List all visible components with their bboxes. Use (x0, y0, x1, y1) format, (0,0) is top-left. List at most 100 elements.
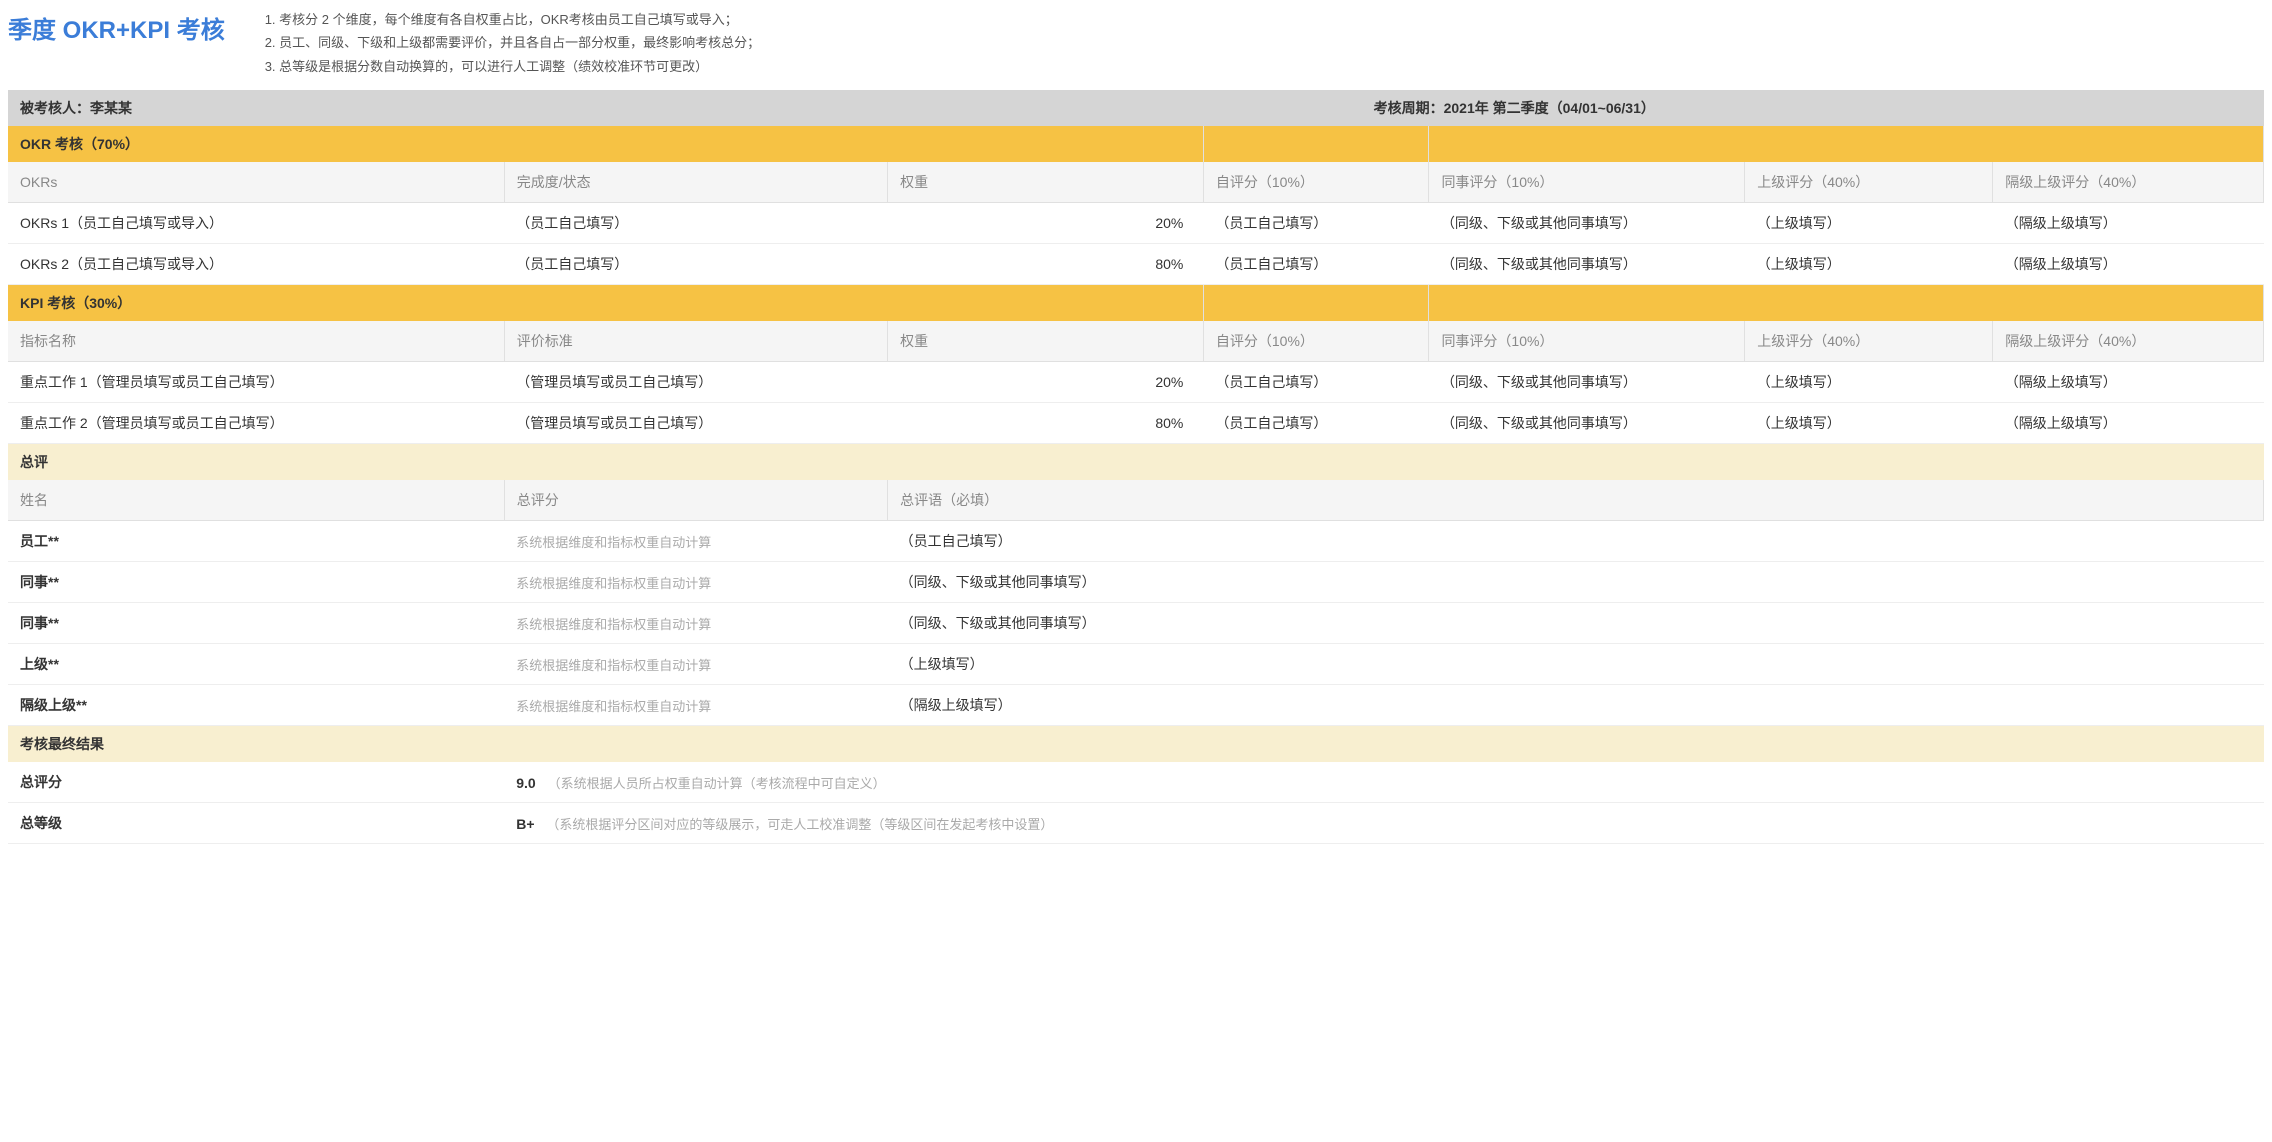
summary-comment[interactable]: （员工自己填写） (888, 521, 2264, 562)
final-row: 总评分 9.0 （系统根据人员所占权重自动计算（考核流程中可自定义） (8, 762, 2264, 803)
okr-skip-score[interactable]: （隔级上级填写） (1993, 244, 2264, 285)
page-header: 季度 OKR+KPI 考核 1. 考核分 2 个维度，每个维度有各自权重占比，O… (8, 8, 2264, 78)
note-item: 2. 员工、同级、下级和上级都需要评价，并且各自占一部分权重，最终影响考核总分； (265, 31, 760, 54)
col-header-cell: 权重 (888, 321, 1204, 362)
summary-name: 同事** (8, 562, 504, 603)
final-section-title: 考核最终结果 (8, 726, 2264, 763)
final-grade-value: B+ (516, 816, 534, 832)
col-header-cell: 同事评分（10%） (1429, 321, 1745, 362)
kpi-weight[interactable]: 80% (888, 403, 1204, 444)
summary-score: 系统根据维度和指标权重自动计算 (504, 603, 887, 644)
col-header-cell: 同事评分（10%） (1429, 162, 1745, 203)
summary-row: 同事** 系统根据维度和指标权重自动计算 （同级、下级或其他同事填写） (8, 603, 2264, 644)
col-header-cell: 上级评分（40%） (1745, 162, 1993, 203)
kpi-section-title: KPI 考核（30%） (8, 285, 1203, 322)
okr-self-score[interactable]: （员工自己填写） (1203, 244, 1429, 285)
okr-self-score[interactable]: （员工自己填写） (1203, 203, 1429, 244)
final-grade-hint: （系统根据评分区间对应的等级展示，可走人工校准调整（等级区间在发起考核中设置） (546, 817, 1053, 832)
summary-name: 隔级上级** (8, 685, 504, 726)
okr-name[interactable]: OKRs 2（员工自己填写或导入） (8, 244, 504, 285)
kpi-column-header: 指标名称 评价标准 权重 自评分（10%） 同事评分（10%） 上级评分（40%… (8, 321, 2264, 362)
summary-comment[interactable]: （隔级上级填写） (888, 685, 2264, 726)
summary-name: 上级** (8, 644, 504, 685)
col-header-cell: 自评分（10%） (1203, 162, 1429, 203)
final-label: 总评分 (8, 762, 504, 803)
kpi-weight[interactable]: 20% (888, 362, 1204, 403)
summary-score: 系统根据维度和指标权重自动计算 (504, 685, 887, 726)
summary-comment[interactable]: （同级、下级或其他同事填写） (888, 562, 2264, 603)
okr-peer-score[interactable]: （同级、下级或其他同事填写） (1429, 203, 1745, 244)
period-label: 考核周期：2021年 第二季度（04/01~06/31） (1362, 90, 2264, 126)
kpi-row: 重点工作 1（管理员填写或员工自己填写） （管理员填写或员工自己填写） 20% … (8, 362, 2264, 403)
col-header-cell: OKRs (8, 162, 504, 203)
col-header-cell: 权重 (888, 162, 1204, 203)
okr-sup-score[interactable]: （上级填写） (1745, 203, 1993, 244)
final-label: 总等级 (8, 803, 504, 844)
header-notes: 1. 考核分 2 个维度，每个维度有各自权重占比，OKR考核由员工自己填写或导入… (265, 8, 760, 78)
okr-status[interactable]: （员工自己填写） (504, 203, 887, 244)
final-score-hint: （系统根据人员所占权重自动计算（考核流程中可自定义） (548, 776, 886, 791)
page-title: 季度 OKR+KPI 考核 (8, 8, 225, 45)
col-header-cell: 总评语（必填） (888, 480, 2264, 521)
summary-comment[interactable]: （上级填写） (888, 644, 2264, 685)
note-item: 3. 总等级是根据分数自动换算的，可以进行人工调整（绩效校准环节可更改） (265, 55, 760, 78)
okr-column-header: OKRs 完成度/状态 权重 自评分（10%） 同事评分（10%） 上级评分（4… (8, 162, 2264, 203)
okr-peer-score[interactable]: （同级、下级或其他同事填写） (1429, 244, 1745, 285)
okr-section-title: OKR 考核（70%） (8, 126, 1203, 162)
summary-column-header: 姓名 总评分 总评语（必填） (8, 480, 2264, 521)
final-section-header: 考核最终结果 (8, 726, 2264, 763)
summary-comment[interactable]: （同级、下级或其他同事填写） (888, 603, 2264, 644)
col-header-cell: 隔级上级评分（40%） (1993, 321, 2264, 362)
kpi-status[interactable]: （管理员填写或员工自己填写） (504, 403, 887, 444)
kpi-status[interactable]: （管理员填写或员工自己填写） (504, 362, 887, 403)
kpi-sup-score[interactable]: （上级填写） (1745, 362, 1993, 403)
kpi-skip-score[interactable]: （隔级上级填写） (1993, 362, 2264, 403)
assessment-table: OKR 考核（70%） OKRs 完成度/状态 权重 自评分（10%） 同事评分… (8, 126, 2264, 844)
okr-sup-score[interactable]: （上级填写） (1745, 244, 1993, 285)
okr-skip-score[interactable]: （隔级上级填写） (1993, 203, 2264, 244)
summary-section-title: 总评 (8, 444, 2264, 481)
okr-name[interactable]: OKRs 1（员工自己填写或导入） (8, 203, 504, 244)
col-header-cell: 隔级上级评分（40%） (1993, 162, 2264, 203)
col-header-cell: 姓名 (8, 480, 504, 521)
kpi-name[interactable]: 重点工作 2（管理员填写或员工自己填写） (8, 403, 504, 444)
kpi-peer-score[interactable]: （同级、下级或其他同事填写） (1429, 362, 1745, 403)
okr-weight[interactable]: 20% (888, 203, 1204, 244)
okr-weight[interactable]: 80% (888, 244, 1204, 285)
summary-score: 系统根据维度和指标权重自动计算 (504, 562, 887, 603)
kpi-peer-score[interactable]: （同级、下级或其他同事填写） (1429, 403, 1745, 444)
final-row: 总等级 B+ （系统根据评分区间对应的等级展示，可走人工校准调整（等级区间在发起… (8, 803, 2264, 844)
kpi-self-score[interactable]: （员工自己填写） (1203, 403, 1429, 444)
summary-row: 员工** 系统根据维度和指标权重自动计算 （员工自己填写） (8, 521, 2264, 562)
summary-row: 同事** 系统根据维度和指标权重自动计算 （同级、下级或其他同事填写） (8, 562, 2264, 603)
kpi-row: 重点工作 2（管理员填写或员工自己填写） （管理员填写或员工自己填写） 80% … (8, 403, 2264, 444)
summary-row: 隔级上级** 系统根据维度和指标权重自动计算 （隔级上级填写） (8, 685, 2264, 726)
summary-section-header: 总评 (8, 444, 2264, 481)
col-header-cell: 评价标准 (504, 321, 887, 362)
info-row: 被考核人：李某某 考核周期：2021年 第二季度（04/01~06/31） (8, 90, 2264, 126)
summary-row: 上级** 系统根据维度和指标权重自动计算 （上级填写） (8, 644, 2264, 685)
person-label: 被考核人：李某某 (8, 90, 1362, 126)
okr-row: OKRs 1（员工自己填写或导入） （员工自己填写） 20% （员工自己填写） … (8, 203, 2264, 244)
final-value-cell: 9.0 （系统根据人员所占权重自动计算（考核流程中可自定义） (504, 762, 2263, 803)
note-item: 1. 考核分 2 个维度，每个维度有各自权重占比，OKR考核由员工自己填写或导入… (265, 8, 760, 31)
kpi-name[interactable]: 重点工作 1（管理员填写或员工自己填写） (8, 362, 504, 403)
kpi-skip-score[interactable]: （隔级上级填写） (1993, 403, 2264, 444)
col-header-cell: 上级评分（40%） (1745, 321, 1993, 362)
kpi-section-header: KPI 考核（30%） (8, 285, 2264, 322)
final-value-cell: B+ （系统根据评分区间对应的等级展示，可走人工校准调整（等级区间在发起考核中设… (504, 803, 2263, 844)
summary-score: 系统根据维度和指标权重自动计算 (504, 644, 887, 685)
summary-score: 系统根据维度和指标权重自动计算 (504, 521, 887, 562)
kpi-self-score[interactable]: （员工自己填写） (1203, 362, 1429, 403)
okr-section-header: OKR 考核（70%） (8, 126, 2264, 162)
col-header-cell: 总评分 (504, 480, 887, 521)
summary-name: 同事** (8, 603, 504, 644)
col-header-cell: 完成度/状态 (504, 162, 887, 203)
okr-row: OKRs 2（员工自己填写或导入） （员工自己填写） 80% （员工自己填写） … (8, 244, 2264, 285)
col-header-cell: 指标名称 (8, 321, 504, 362)
final-score-value: 9.0 (516, 775, 535, 791)
kpi-sup-score[interactable]: （上级填写） (1745, 403, 1993, 444)
col-header-cell: 自评分（10%） (1203, 321, 1429, 362)
summary-name: 员工** (8, 521, 504, 562)
okr-status[interactable]: （员工自己填写） (504, 244, 887, 285)
